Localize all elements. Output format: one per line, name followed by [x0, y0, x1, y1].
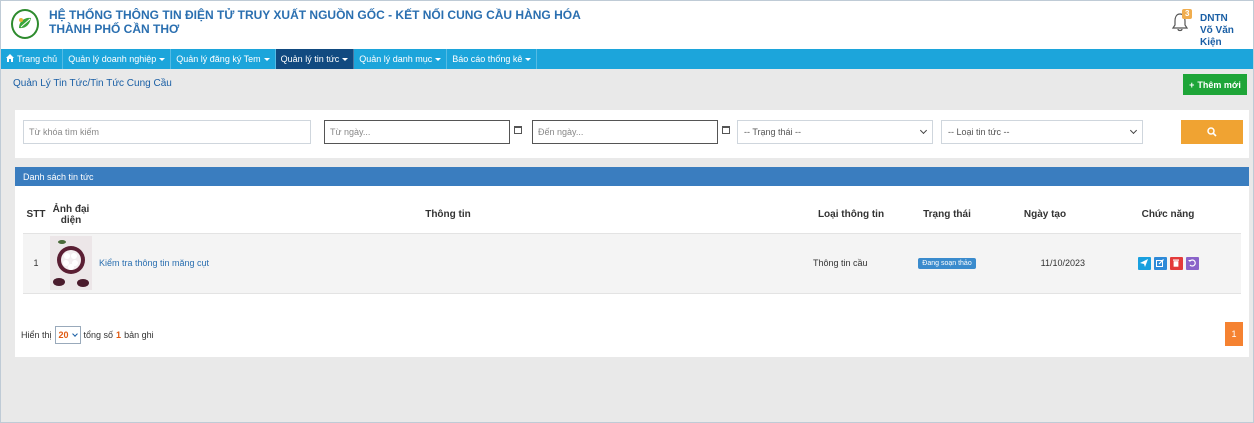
- user-name: Võ Văn Kiện: [1200, 25, 1234, 48]
- undo-icon: [1188, 259, 1196, 267]
- row-info-link[interactable]: Kiểm tra thông tin măng cụt: [93, 233, 803, 294]
- add-new-label: Thêm mới: [1197, 79, 1241, 90]
- nav-item-enterprise[interactable]: Quản lý doanh nghiệp: [63, 49, 172, 69]
- home-icon: [6, 54, 14, 64]
- show-label: Hiển thị: [21, 330, 52, 340]
- total-prefix: tổng số: [83, 330, 114, 340]
- nav-item-report[interactable]: Báo cáo thống kê: [447, 49, 538, 69]
- col-avatar: Ảnh đại diện: [49, 197, 93, 234]
- nav-item-label: Quản lý tin tức: [280, 54, 340, 64]
- status-select[interactable]: -- Trạng thái --: [737, 120, 933, 144]
- search-icon: [1207, 127, 1217, 137]
- status-badge: Đang soạn thảo: [918, 258, 976, 269]
- search-button[interactable]: [1181, 120, 1243, 144]
- search-filter: Từ khóa tìm kiếm Từ ngày... Đến ngày... …: [15, 110, 1249, 158]
- caret-down-icon: [342, 57, 349, 61]
- user-menu[interactable]: DNTN Võ Văn Kiện: [1200, 13, 1253, 49]
- chevron-down-icon: [1129, 126, 1138, 135]
- app-window: HỆ THỐNG THÔNG TIN ĐIỆN TỬ TRUY XUẤT NGU…: [0, 0, 1254, 423]
- send-icon: [1140, 259, 1148, 267]
- nav-item-stamp[interactable]: Quản lý đăng ký Tem: [171, 49, 276, 69]
- nav-item-label: Báo cáo thống kê: [452, 54, 523, 64]
- calendar-icon[interactable]: [722, 126, 730, 134]
- mangosteen-thumbnail[interactable]: [50, 236, 92, 290]
- col-stt: STT: [23, 197, 49, 234]
- col-date: Ngày tạo: [995, 197, 1095, 234]
- main-nav: Trang chủ Quản lý doanh nghiệp Quản lý đ…: [1, 49, 1253, 69]
- to-date-input[interactable]: Đến ngày...: [532, 120, 718, 144]
- col-type: Loại thông tin: [803, 197, 899, 234]
- page-size-select[interactable]: 20: [54, 326, 81, 344]
- news-list-panel: Danh sách tin tức STT Ảnh đại diện Thông…: [15, 167, 1249, 357]
- nav-item-label: Quản lý doanh nghiệp: [68, 54, 157, 64]
- col-status: Trạng thái: [899, 197, 995, 234]
- panel-title: Danh sách tin tức: [15, 167, 1249, 186]
- status-select-value: -- Trạng thái --: [744, 127, 802, 137]
- caret-down-icon: [435, 57, 442, 61]
- notification-badge: 3: [1182, 9, 1193, 19]
- delete-button[interactable]: [1169, 256, 1183, 270]
- calendar-icon[interactable]: [514, 126, 522, 134]
- row-date: 11/10/2023: [995, 233, 1095, 294]
- page-title: Quản Lý Tin Tức/Tin Tức Cung Cầu: [13, 78, 172, 89]
- edit-icon: [1156, 259, 1164, 267]
- user-role: DNTN: [1200, 13, 1228, 24]
- row-status-cell: Đang soạn thảo: [899, 233, 995, 294]
- caret-down-icon: [263, 57, 270, 61]
- site-title-line2: THÀNH PHỐ CẦN THƠ: [49, 22, 180, 36]
- caret-down-icon: [525, 57, 532, 61]
- edit-button[interactable]: [1153, 256, 1167, 270]
- header: HỆ THỐNG THÔNG TIN ĐIỆN TỬ TRUY XUẤT NGU…: [1, 1, 1253, 49]
- nav-item-home[interactable]: Trang chủ: [1, 49, 64, 69]
- leaf-logo-icon: [19, 17, 31, 29]
- news-type-select[interactable]: -- Loại tin tức --: [941, 120, 1143, 144]
- nav-item-news[interactable]: Quản lý tin tức: [275, 49, 355, 69]
- keyword-input[interactable]: Từ khóa tìm kiếm: [23, 120, 311, 144]
- page-size-value: 20: [58, 330, 69, 340]
- col-info: Thông tin: [93, 197, 803, 234]
- col-actions: Chức năng: [1095, 197, 1241, 234]
- add-new-button[interactable]: + Thêm mới: [1183, 74, 1247, 95]
- mangosteen-image: [50, 236, 92, 290]
- row-thumbnail-cell: [49, 233, 93, 294]
- logo[interactable]: [11, 9, 39, 39]
- table-header-row: STT Ảnh đại diện Thông tin Loại thông ti…: [23, 197, 1241, 234]
- row-type: Thông tin cầu: [803, 233, 899, 294]
- nav-item-label: Quản lý đăng ký Tem: [176, 54, 261, 64]
- table-row: 1 Kiểm tra thông tin măng cụt Thông tin …: [23, 233, 1241, 294]
- news-table: STT Ảnh đại diện Thông tin Loại thông ti…: [23, 197, 1241, 294]
- site-title: HỆ THỐNG THÔNG TIN ĐIỆN TỬ TRUY XUẤT NGU…: [49, 8, 581, 36]
- nav-item-label: Trang chủ: [17, 54, 58, 64]
- page-header: Quản Lý Tin Tức/Tin Tức Cung Cầu + Thêm …: [1, 69, 1253, 100]
- row-actions: [1095, 233, 1241, 294]
- notification-bell[interactable]: 3: [1171, 9, 1193, 37]
- news-type-select-value: -- Loại tin tức --: [948, 127, 1010, 137]
- chevron-down-icon: [919, 126, 928, 135]
- plus-icon: +: [1189, 79, 1195, 90]
- caret-down-icon: [159, 57, 166, 61]
- nav-item-catalog[interactable]: Quản lý danh mục: [354, 49, 448, 69]
- page-button-current[interactable]: 1: [1225, 322, 1243, 346]
- pagination-info: Hiển thị 20 tổng số 1 bản ghi: [21, 326, 154, 344]
- total-count: 1: [116, 330, 122, 340]
- row-stt: 1: [23, 233, 49, 294]
- content-area: Từ khóa tìm kiếm Từ ngày... Đến ngày... …: [1, 100, 1253, 422]
- revert-button[interactable]: [1185, 256, 1199, 270]
- chevron-down-icon: [71, 331, 78, 337]
- site-title-line1: HỆ THỐNG THÔNG TIN ĐIỆN TỬ TRUY XUẤT NGU…: [49, 8, 581, 22]
- send-button[interactable]: [1137, 256, 1151, 270]
- from-date-input[interactable]: Từ ngày...: [324, 120, 510, 144]
- nav-item-label: Quản lý danh mục: [359, 54, 433, 64]
- trash-icon: [1173, 259, 1179, 267]
- total-suffix: bản ghi: [124, 330, 154, 340]
